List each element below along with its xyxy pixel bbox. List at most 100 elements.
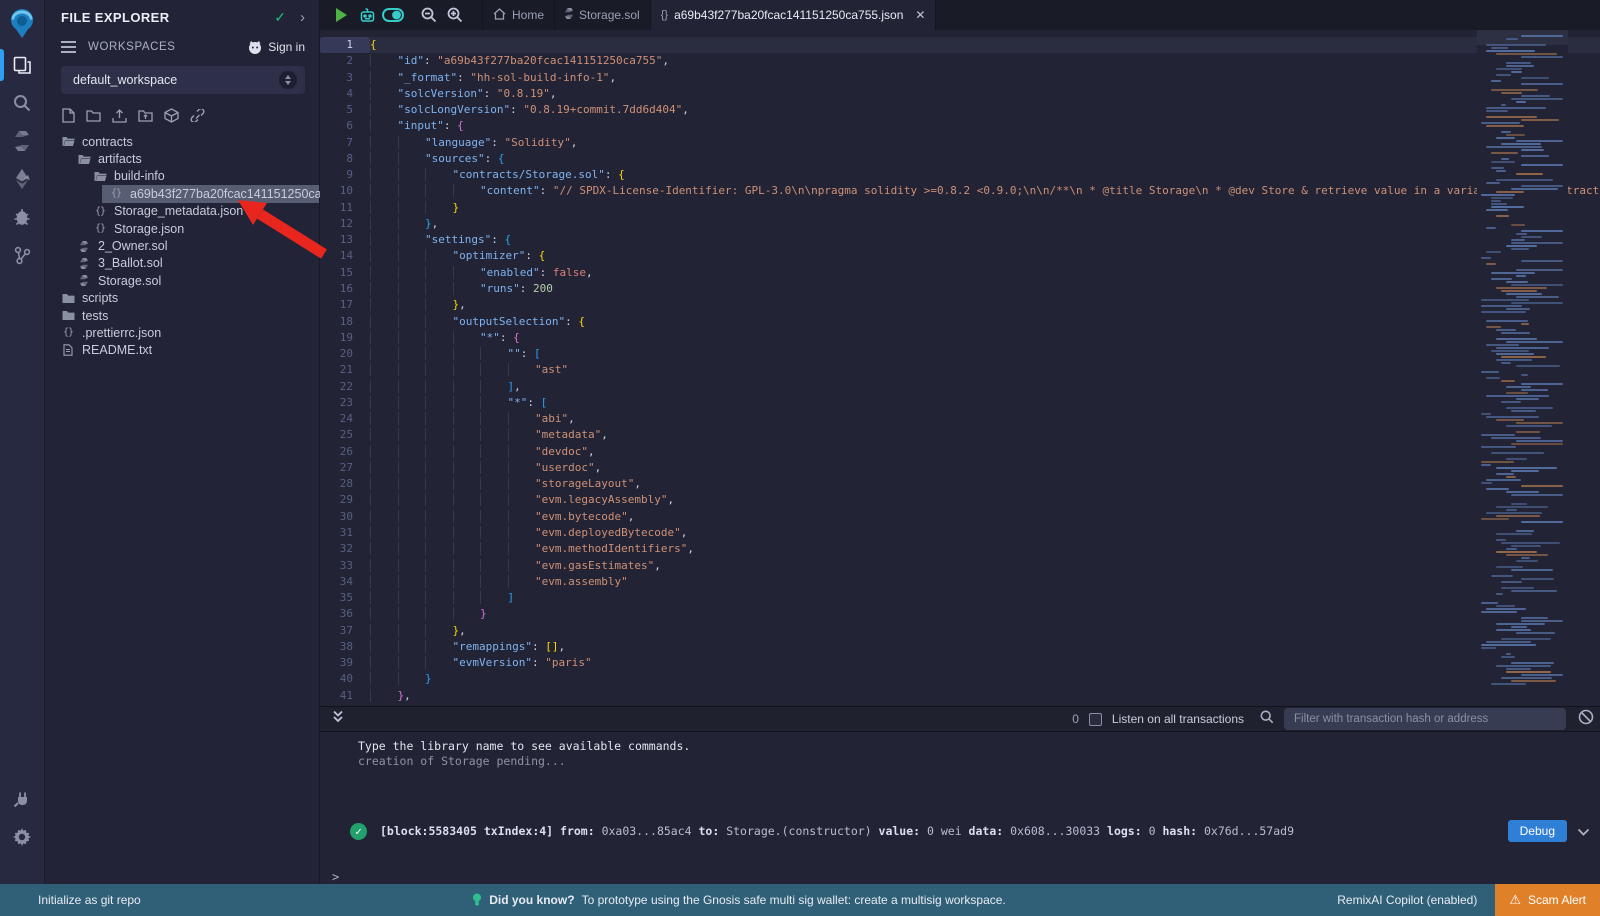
tx-expand-chevron-icon[interactable]	[1577, 822, 1590, 841]
code-line-36[interactable]: 36 }	[320, 606, 1600, 622]
sign-in-label: Sign in	[268, 40, 305, 54]
code-line-4[interactable]: 4 "solcVersion": "0.8.19",	[320, 86, 1600, 102]
workspace-select[interactable]: default_workspace	[61, 66, 305, 94]
code-line-20[interactable]: 20 "": [	[320, 346, 1600, 362]
publish-ipfs-icon[interactable]	[164, 108, 179, 123]
tree-item-tests[interactable]: tests	[45, 307, 319, 324]
code-line-14[interactable]: 14 "optimizer": {	[320, 248, 1600, 264]
code-line-30[interactable]: 30 "evm.bytecode",	[320, 509, 1600, 525]
scam-alert-button[interactable]: ⚠ Scam Alert	[1495, 884, 1600, 916]
new-folder-icon[interactable]	[86, 108, 101, 123]
code-line-22[interactable]: 22 ],	[320, 379, 1600, 395]
settings-icon[interactable]	[0, 818, 45, 856]
workspace-menu-icon[interactable]	[61, 41, 76, 53]
folder-open-icon	[61, 136, 75, 147]
code-line-41[interactable]: 41 },	[320, 688, 1600, 704]
code-line-33[interactable]: 33 "evm.gasEstimates",	[320, 558, 1600, 574]
terminal-search-icon[interactable]	[1260, 710, 1274, 729]
tree-item-readme-txt[interactable]: README.txt	[45, 342, 319, 359]
tree-item--prettierrc-json[interactable]: {}.prettierrc.json	[45, 324, 319, 341]
run-script-icon[interactable]	[328, 0, 354, 30]
tab-home[interactable]: Home	[482, 0, 555, 30]
copilot-status[interactable]: RemixAI Copilot (enabled)	[1337, 893, 1477, 907]
tab-a69b43f277ba20fcac141151250ca755-json[interactable]: {}a69b43f277ba20fcac141151250ca755.json✕	[651, 0, 937, 30]
clear-console-icon[interactable]	[1578, 709, 1594, 730]
listen-checkbox[interactable]	[1089, 713, 1102, 726]
code-line-5[interactable]: 5 "solcLongVersion": "0.8.19+commit.7dd6…	[320, 102, 1600, 118]
code-line-31[interactable]: 31 "evm.deployedBytecode",	[320, 525, 1600, 541]
tree-item-contracts[interactable]: contracts	[45, 133, 319, 150]
code-line-17[interactable]: 17 },	[320, 297, 1600, 313]
code-line-39[interactable]: 39 "evmVersion": "paris"	[320, 655, 1600, 671]
code-line-7[interactable]: 7 "language": "Solidity",	[320, 135, 1600, 151]
link-icon[interactable]	[190, 108, 205, 123]
code-line-29[interactable]: 29 "evm.legacyAssembly",	[320, 492, 1600, 508]
solidity-compiler-icon[interactable]	[0, 122, 45, 160]
git-init-button[interactable]: Initialize as git repo	[38, 893, 141, 907]
code-line-3[interactable]: 3 "_format": "hh-sol-build-info-1",	[320, 70, 1600, 86]
code-line-35[interactable]: 35 ]	[320, 590, 1600, 606]
minimap-slider[interactable]	[1477, 30, 1568, 45]
code-line-25[interactable]: 25 "metadata",	[320, 427, 1600, 443]
ai-assistant-icon[interactable]	[354, 0, 380, 30]
code-line-27[interactable]: 27 "userdoc",	[320, 460, 1600, 476]
tree-item-label: build-info	[114, 169, 165, 183]
code-line-10[interactable]: 10 "content": "// SPDX-License-Identifie…	[320, 183, 1600, 199]
tree-item-label: README.txt	[82, 343, 152, 357]
debug-button[interactable]: Debug	[1508, 820, 1567, 842]
git-icon[interactable]	[0, 236, 45, 274]
file-explorer-icon[interactable]	[0, 46, 45, 84]
code-line-6[interactable]: 6 "input": {	[320, 118, 1600, 134]
deploy-run-icon[interactable]	[0, 160, 45, 198]
minimap[interactable]	[1477, 30, 1568, 704]
search-icon[interactable]	[0, 84, 45, 122]
plugin-manager-icon[interactable]	[0, 780, 45, 818]
tree-item-scripts[interactable]: scripts	[45, 290, 319, 307]
panel-expand-chevron-icon[interactable]: ›	[300, 9, 305, 26]
tree-item-artifacts[interactable]: artifacts	[45, 150, 319, 167]
zoom-out-icon[interactable]	[416, 0, 442, 30]
upload-folder-icon[interactable]	[138, 108, 153, 123]
terminal-collapse-icon[interactable]	[332, 710, 344, 728]
code-line-11[interactable]: 11 }	[320, 200, 1600, 216]
debugger-icon[interactable]	[0, 198, 45, 236]
terminal-prompt[interactable]: >	[332, 870, 339, 884]
tree-item-build-info[interactable]: build-info	[45, 168, 319, 185]
code-line-2[interactable]: 2 "id": "a69b43f277ba20fcac141151250ca75…	[320, 53, 1600, 69]
code-line-13[interactable]: 13 "settings": {	[320, 232, 1600, 248]
line-content: "evm.deployedBytecode",	[370, 526, 687, 539]
code-line-34[interactable]: 34 "evm.assembly"	[320, 574, 1600, 590]
upload-file-icon[interactable]	[112, 108, 127, 123]
code-line-19[interactable]: 19 "*": {	[320, 330, 1600, 346]
tab-close-icon[interactable]: ✕	[915, 8, 925, 22]
code-line-8[interactable]: 8 "sources": {	[320, 151, 1600, 167]
new-file-icon[interactable]	[62, 108, 75, 123]
code-line-1[interactable]: 1{	[320, 37, 1600, 53]
code-line-32[interactable]: 32 "evm.methodIdentifiers",	[320, 541, 1600, 557]
tree-item-storage-sol[interactable]: Storage.sol	[45, 272, 319, 289]
toggle-icon[interactable]	[380, 0, 406, 30]
tab-storage-sol[interactable]: Storage.sol	[555, 0, 651, 30]
sign-in-button[interactable]: Sign in	[247, 40, 305, 54]
code-editor[interactable]: 1{2 "id": "a69b43f277ba20fcac141151250ca…	[320, 30, 1600, 706]
tree-item-label: 3_Ballot.sol	[98, 256, 163, 270]
code-line-15[interactable]: 15 "enabled": false,	[320, 265, 1600, 281]
code-line-37[interactable]: 37 },	[320, 623, 1600, 639]
transaction-log-row[interactable]: ✓ [block:5583405 txIndex:4] from: 0xa03.…	[350, 820, 1590, 842]
folder-open-icon	[93, 171, 107, 182]
code-line-23[interactable]: 23 "*": [	[320, 395, 1600, 411]
code-line-38[interactable]: 38 "remappings": [],	[320, 639, 1600, 655]
code-line-9[interactable]: 9 "contracts/Storage.sol": {	[320, 167, 1600, 183]
code-line-12[interactable]: 12 },	[320, 216, 1600, 232]
code-line-26[interactable]: 26 "devdoc",	[320, 444, 1600, 460]
code-line-21[interactable]: 21 "ast"	[320, 362, 1600, 378]
code-line-24[interactable]: 24 "abi",	[320, 411, 1600, 427]
workspace-stepper-icon[interactable]	[279, 71, 297, 89]
code-line-28[interactable]: 28 "storageLayout",	[320, 476, 1600, 492]
code-line-18[interactable]: 18 "outputSelection": {	[320, 314, 1600, 330]
code-line-40[interactable]: 40 }	[320, 671, 1600, 687]
tx-filter-input[interactable]	[1284, 708, 1566, 730]
zoom-in-icon[interactable]	[442, 0, 468, 30]
code-line-16[interactable]: 16 "runs": 200	[320, 281, 1600, 297]
line-content: "*": [	[370, 396, 547, 409]
